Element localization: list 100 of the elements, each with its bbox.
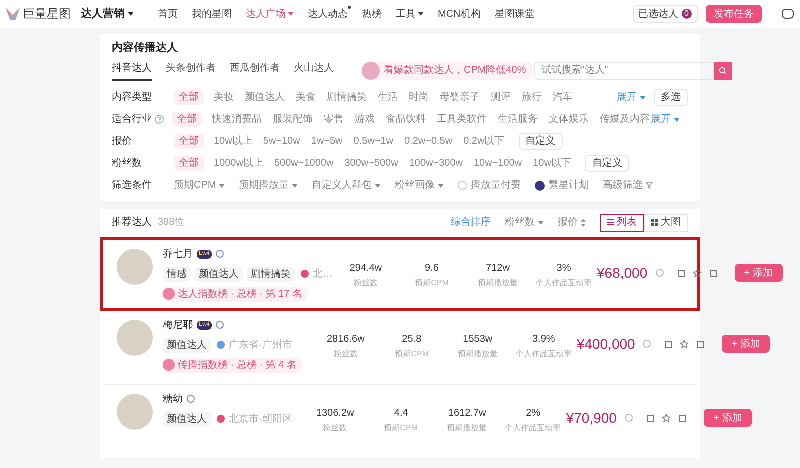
stat-value: 2% (526, 406, 541, 420)
star-plan-toggle[interactable] (535, 180, 546, 190)
expand-button[interactable]: 展开 (617, 90, 646, 105)
filter-option[interactable]: 全部 (174, 156, 204, 171)
view-toggle[interactable]: 大图 (644, 214, 688, 232)
condition-dropdown[interactable]: 粉丝画像 (395, 178, 444, 193)
filter-option[interactable]: 美妆 (213, 90, 235, 105)
sort-option[interactable]: 综合排序 (451, 215, 491, 230)
stat-value: 1612.7w (448, 406, 486, 420)
filter-label: 筛选条件 (112, 178, 153, 193)
sort-option[interactable]: 粉丝数 (505, 215, 544, 230)
message-icon[interactable] (782, 9, 794, 19)
filter-option[interactable]: 生活 (377, 90, 399, 105)
filter-option[interactable]: 10w~100w (473, 156, 524, 171)
selected-creators-button[interactable]: 已选达人 0 (632, 5, 698, 23)
filter-option[interactable]: 母婴亲子 (439, 90, 481, 105)
product-menu[interactable]: 达人营销 (81, 6, 134, 22)
filter-option[interactable]: 0.5w~1w (352, 134, 394, 149)
filter-option[interactable]: 1w~5w (310, 134, 344, 149)
nav-link[interactable]: 首页 (158, 6, 178, 22)
star-icon[interactable] (680, 340, 690, 348)
filter-option[interactable]: 美食 (295, 90, 317, 105)
filter-option[interactable]: 0.2w~0.5w (403, 134, 454, 149)
filter-option[interactable]: 汽车 (552, 90, 574, 105)
star-icon[interactable] (662, 414, 671, 422)
nav-link[interactable]: 我的星图 (192, 6, 232, 22)
filter-option[interactable]: 10w以下 (532, 156, 572, 171)
chart-icon[interactable] (710, 270, 717, 276)
filter-option[interactable]: 颜值达人 (244, 90, 286, 105)
compare-icon[interactable] (646, 414, 654, 422)
nav-link[interactable]: 达人广场 (246, 6, 294, 22)
add-button[interactable]: + 添加 (734, 264, 783, 282)
condition-dropdown[interactable]: 预期播放量 (239, 178, 298, 193)
filter-option[interactable]: 服装配饰 (272, 112, 314, 127)
platform-tab[interactable]: 火山达人 (294, 60, 334, 80)
promo-banner[interactable]: 看爆款同款达人，CPM降低40% (362, 62, 534, 80)
filter-option[interactable]: 零售 (323, 112, 345, 127)
expand-button[interactable]: 展开 (651, 112, 680, 127)
ranking-icon (163, 359, 175, 371)
search-button[interactable] (714, 62, 732, 80)
publish-task-button[interactable]: 发布任务 (706, 5, 762, 23)
filter-option[interactable]: 1000w以上 (213, 156, 264, 171)
multi-select-button[interactable]: 多选 (654, 89, 688, 106)
nav-link[interactable]: 热榜 (362, 6, 382, 22)
filter-option[interactable]: 食品饮料 (385, 112, 427, 127)
nav-link[interactable]: 达人动态 (308, 6, 348, 22)
stat-label: 个人作品互动率 (536, 278, 592, 289)
caret-icon (438, 184, 444, 188)
info-icon (624, 414, 633, 422)
sort-option[interactable]: 报价 (558, 215, 586, 230)
filter-option[interactable]: 500w~1000w (273, 156, 335, 171)
creator-name[interactable]: 乔七月 (163, 246, 193, 262)
caret-icon (288, 12, 294, 16)
search-field[interactable]: 试试搜索"达人" (534, 62, 714, 80)
filter-option[interactable]: 传媒及内容 (599, 112, 651, 127)
filter-option[interactable]: 文体娱乐 (548, 112, 590, 127)
custom-button[interactable]: 自定义 (585, 155, 630, 172)
stat-label: 预期CPM (384, 422, 418, 434)
nav-link[interactable]: 星图课堂 (494, 6, 535, 22)
logo-icon (6, 8, 20, 20)
creator-name[interactable]: 梅尼耶 (163, 318, 193, 332)
platform-tab[interactable]: 抖音达人 (112, 60, 152, 80)
chart-icon[interactable] (697, 340, 704, 348)
platform-tab[interactable]: 西瓜创作者 (230, 60, 280, 80)
list-icon (607, 219, 614, 226)
filter-option[interactable]: 生活服务 (497, 112, 539, 127)
condition-dropdown[interactable]: 预期CPM (174, 178, 226, 193)
filter-option[interactable]: 100w~300w (408, 156, 464, 171)
price-text: ¥400,000 (576, 334, 636, 354)
filter-option[interactable]: 全部 (174, 134, 204, 149)
star-icon[interactable] (692, 268, 702, 278)
platform-tab[interactable]: 头条创作者 (166, 60, 216, 80)
filter-option[interactable]: 全部 (174, 90, 204, 105)
add-button[interactable]: + 添加 (722, 335, 770, 353)
checkbox[interactable] (458, 181, 468, 190)
stat-label: 粉丝数 (323, 422, 348, 434)
filter-option[interactable]: 全部 (172, 112, 202, 127)
custom-button[interactable]: 自定义 (518, 133, 563, 150)
compare-icon[interactable] (678, 270, 685, 276)
compare-icon[interactable] (665, 340, 672, 348)
nav-link[interactable]: MCN机构 (438, 6, 481, 22)
filter-option[interactable]: 0.2w以下 (462, 134, 506, 149)
nav-link[interactable]: 工具 (396, 6, 424, 22)
filter-option[interactable]: 300w~500w (344, 156, 400, 171)
view-toggle[interactable]: 列表 (600, 214, 644, 232)
chart-icon[interactable] (678, 414, 686, 422)
filter-option[interactable]: 5w~10w (262, 134, 302, 149)
condition-dropdown[interactable]: 自定义人群包 (312, 178, 382, 193)
filter-option[interactable]: 快速消费品 (211, 112, 263, 127)
advanced-filter-button[interactable]: 高级筛选 (603, 178, 654, 193)
filter-option[interactable]: 测评 (490, 90, 512, 105)
creator-name[interactable]: 糖幼 (163, 392, 183, 406)
filter-option[interactable]: 时尚 (408, 90, 430, 105)
filter-option[interactable]: 游戏 (354, 112, 376, 127)
content-tag: 情感 (163, 266, 191, 282)
add-button[interactable]: + 添加 (704, 409, 752, 427)
filter-option[interactable]: 旅行 (521, 90, 543, 105)
filter-option[interactable]: 10w以上 (213, 134, 254, 149)
filter-option[interactable]: 剧情搞笑 (326, 90, 368, 105)
filter-option[interactable]: 工具类软件 (436, 112, 488, 127)
